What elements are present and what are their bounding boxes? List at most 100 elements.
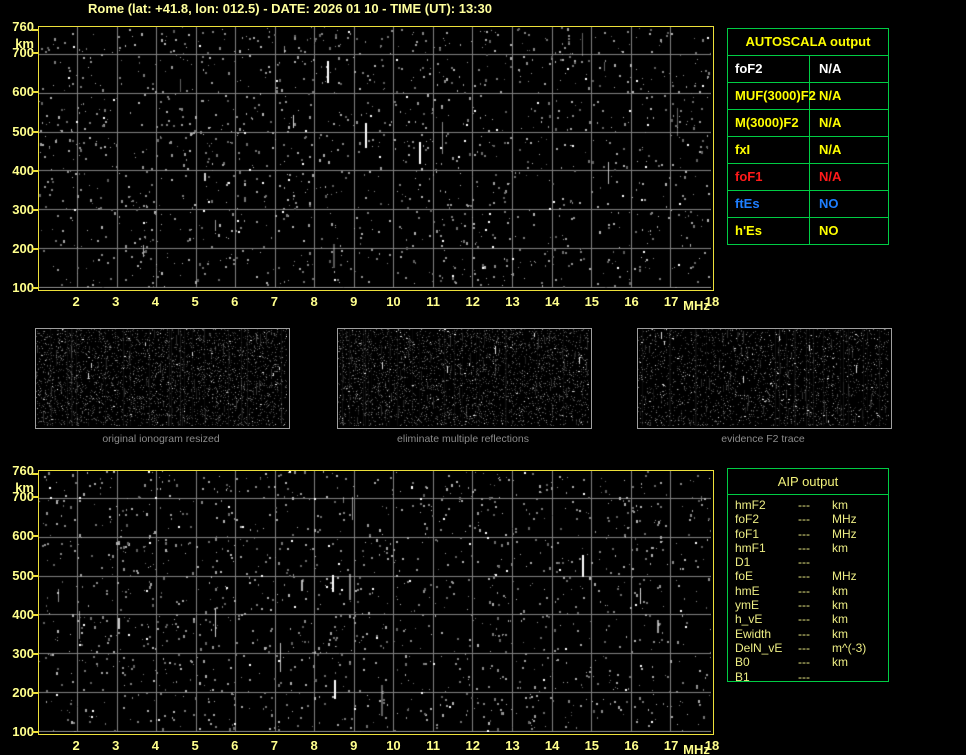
- x-axis-label: 4: [151, 738, 160, 753]
- aip-value: ---: [798, 526, 810, 541]
- y-axis-tick: [32, 247, 38, 250]
- x-axis-label: 4: [151, 294, 160, 309]
- aip-value: ---: [798, 612, 810, 627]
- x-axis-label: 7: [270, 738, 279, 753]
- aip-unit: km: [832, 598, 848, 613]
- aip-row: foE --- MHz: [728, 569, 888, 583]
- aip-value: ---: [798, 512, 810, 527]
- y-axis-label: 100: [12, 279, 34, 295]
- aip-param: ymE: [735, 598, 759, 613]
- panel-original-ionogram: [35, 328, 290, 429]
- param-cell: M(3000)F2: [728, 110, 810, 136]
- aip-unit: MHz: [832, 569, 857, 584]
- aip-param: DelN_vE: [735, 640, 783, 655]
- aip-row: B0 --- km: [728, 655, 888, 669]
- x-axis-label: 10: [386, 294, 401, 309]
- aip-output-table: AIP output hmF2 --- km foF2 --- MHz foF1 --- MHz…: [727, 468, 889, 684]
- aip-row: foF1 --- MHz: [728, 527, 888, 541]
- bottom-ionogram-plot: [38, 470, 714, 735]
- value-cell: N/A: [819, 142, 842, 157]
- y-axis-label: 300: [12, 201, 34, 217]
- param-cell: foF2: [728, 56, 810, 82]
- aip-unit: km: [832, 626, 848, 641]
- y-axis-tick: [32, 730, 38, 733]
- aip-row: B1 ---: [728, 670, 888, 684]
- x-axis-label: 7: [270, 294, 279, 309]
- x-axis-label: 10: [386, 738, 401, 753]
- aip-table-body: hmF2 --- km foF2 --- MHz foF1 --- MHz hmF1 --- km D1…: [728, 495, 888, 684]
- value-cell: NO: [819, 196, 839, 211]
- aip-row: hmF1 --- km: [728, 541, 888, 555]
- value-cell: N/A: [819, 61, 842, 76]
- aip-value: ---: [798, 555, 810, 570]
- y-axis-tick: [32, 208, 38, 211]
- aip-value: ---: [798, 598, 810, 613]
- x-axis-label: 12: [465, 738, 481, 753]
- aip-param: hmF2: [735, 498, 766, 512]
- aip-param: D1: [735, 555, 751, 570]
- x-axis-label: 9: [350, 738, 358, 753]
- x-axis-label: 8: [310, 738, 318, 753]
- x-axis-label: 6: [231, 738, 239, 753]
- x-axis-label: 6: [231, 294, 239, 309]
- y-axis-label: 700: [12, 45, 34, 61]
- x-axis-label: 16: [624, 738, 639, 753]
- y-axis-tick: [32, 52, 38, 55]
- x-axis-label: 13: [505, 294, 520, 309]
- aip-unit: m^(-3): [832, 640, 867, 655]
- param-cell: fxI: [728, 137, 810, 163]
- x-axis-label: 15: [584, 738, 600, 753]
- aip-value: ---: [798, 626, 810, 641]
- y-axis-label: 200: [12, 240, 34, 256]
- table-row: MUF(3000)F2 N/A: [728, 83, 888, 110]
- x-axis-label: 3: [112, 294, 120, 309]
- y-axis-label: 200: [12, 684, 34, 700]
- aip-row: hmE --- km: [728, 584, 888, 598]
- y-axis-label: 100: [12, 723, 34, 739]
- y-axis-label: 700: [12, 489, 34, 505]
- x-axis-label: 2: [72, 294, 80, 309]
- panel-eliminate-reflections: [337, 328, 592, 429]
- panel-evidence-f2: [637, 328, 892, 429]
- y-axis-tick: [32, 91, 38, 94]
- y-axis-label: 760: [12, 462, 34, 478]
- x-axis-label: 9: [350, 294, 358, 309]
- table-row: M(3000)F2 N/A: [728, 110, 888, 137]
- param-cell: foF1: [728, 164, 810, 190]
- y-axis-tick: [32, 286, 38, 289]
- aip-value: ---: [798, 640, 810, 655]
- autoscala-table-title: AUTOSCALA output: [728, 29, 888, 56]
- x-axis-label: 5: [191, 738, 199, 753]
- y-axis-label: 400: [12, 162, 34, 178]
- aip-value: ---: [798, 583, 810, 598]
- aip-unit: km: [832, 498, 848, 512]
- x-axis-end-label: 18: [704, 294, 720, 309]
- x-axis-label: 12: [465, 294, 481, 309]
- x-axis-label: 17: [663, 738, 679, 753]
- autoscala-output-table: AUTOSCALA output foF2 N/A MUF(3000)F2 N/A M(…: [727, 28, 889, 245]
- aip-param: hmF1: [735, 540, 766, 555]
- table-row: foF2 N/A: [728, 56, 888, 83]
- x-axis-label: 8: [310, 294, 318, 309]
- x-axis-label: 3: [112, 738, 120, 753]
- y-axis-tick: [32, 496, 38, 499]
- page-title: Rome (lat: +41.8, lon: 012.5) - DATE: 20…: [88, 1, 492, 16]
- aip-unit: km: [832, 612, 848, 627]
- panel-caption: original ionogram resized: [102, 433, 220, 445]
- y-axis-tick: [32, 613, 38, 616]
- table-row: ftEs NO: [728, 191, 888, 218]
- x-axis-label: 15: [584, 294, 600, 309]
- value-cell: N/A: [819, 88, 842, 103]
- aip-value: ---: [798, 498, 810, 512]
- x-axis-label: 11: [426, 294, 440, 309]
- aip-value: ---: [798, 569, 810, 584]
- y-axis-label: 600: [12, 528, 34, 544]
- panel-canvas: [638, 329, 889, 426]
- top-ionogram-plot: [38, 26, 714, 291]
- aip-row: ymE --- km: [728, 598, 888, 612]
- aip-param: Ewidth: [735, 626, 772, 641]
- y-axis-tick: [32, 130, 38, 133]
- y-axis-tick: [32, 652, 38, 655]
- x-axis-label: 14: [544, 294, 560, 309]
- aip-row: Ewidth --- km: [728, 627, 888, 641]
